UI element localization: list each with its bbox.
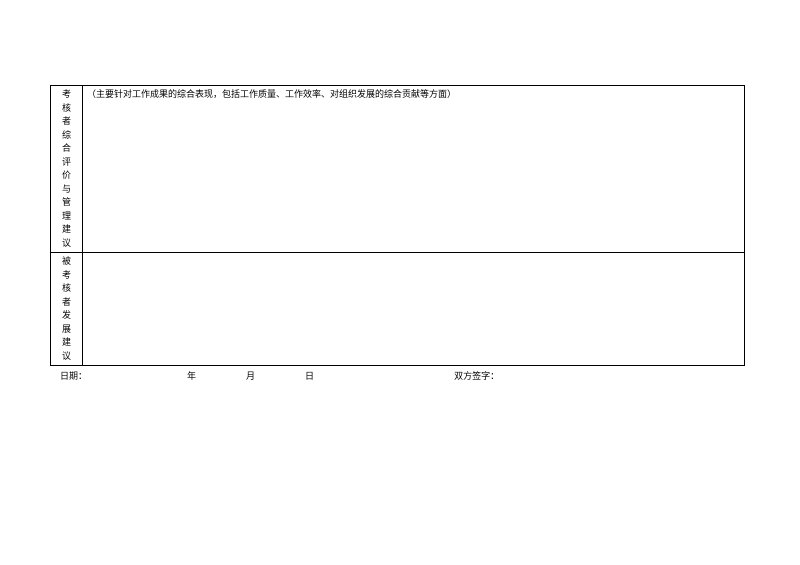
evaluator-content-cell: （主要针对工作成果的综合表现，包括工作质量、工作效率、对组织发展的综合贡献等方面…: [83, 86, 745, 253]
signature-label: 双方签字：: [454, 370, 499, 384]
label-char: 价: [55, 169, 78, 183]
label-char: 发: [55, 309, 78, 323]
day-slot: [255, 370, 305, 384]
label-char: 综: [55, 129, 78, 143]
label-char: 者: [55, 115, 78, 129]
footer-line: 日期： 年 月 日 双方签字：: [50, 370, 745, 384]
evaluation-table: 考 核 者 综 合 评 价 与 管 理 建 议 （主要针对工作成果的综合表现，包…: [50, 85, 745, 366]
month-slot: [196, 370, 246, 384]
evaluator-hint: （主要针对工作成果的综合表现，包括工作质量、工作效率、对组织发展的综合贡献等方面…: [87, 89, 456, 99]
label-char: 建: [55, 223, 78, 237]
label-char: 被: [55, 255, 78, 269]
label-char: 建: [55, 336, 78, 350]
evaluatee-content-cell: [83, 253, 745, 366]
label-char: 评: [55, 156, 78, 170]
date-label: 日期：: [60, 370, 87, 384]
label-char: 者: [55, 296, 78, 310]
label-char: 议: [55, 237, 78, 251]
label-char: 议: [55, 350, 78, 364]
day-label: 日: [305, 370, 314, 384]
year-label: 年: [187, 370, 196, 384]
label-char: 理: [55, 210, 78, 224]
evaluatee-row: 被 考 核 者 发 展 建 议: [51, 253, 745, 366]
month-label: 月: [246, 370, 255, 384]
label-char: 考: [55, 269, 78, 283]
label-char: 核: [55, 282, 78, 296]
label-char: 管: [55, 196, 78, 210]
evaluatee-label-cell: 被 考 核 者 发 展 建 议: [51, 253, 83, 366]
label-char: 展: [55, 323, 78, 337]
label-char: 考: [55, 88, 78, 102]
label-char: 核: [55, 102, 78, 116]
label-char: 合: [55, 142, 78, 156]
label-char: 与: [55, 183, 78, 197]
evaluator-row: 考 核 者 综 合 评 价 与 管 理 建 议 （主要针对工作成果的综合表现，包…: [51, 86, 745, 253]
year-slot: [137, 370, 187, 384]
evaluator-label-cell: 考 核 者 综 合 评 价 与 管 理 建 议: [51, 86, 83, 253]
